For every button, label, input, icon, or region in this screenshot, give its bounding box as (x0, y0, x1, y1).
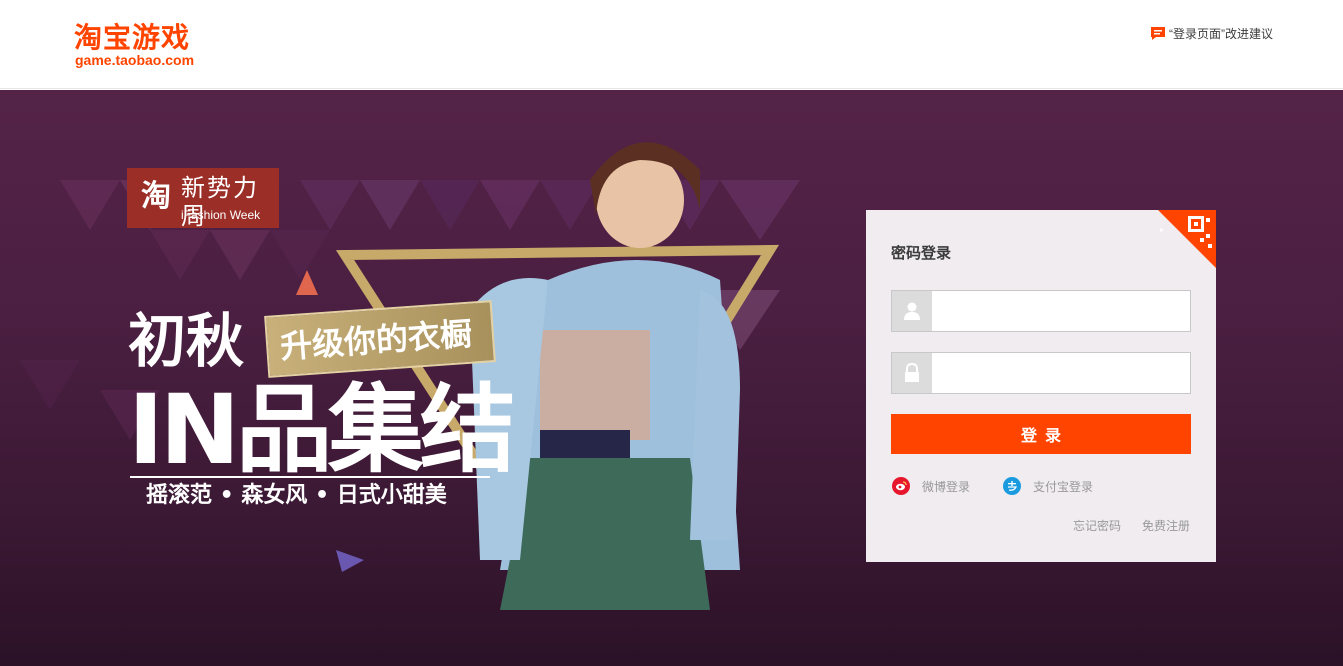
ifashion-badge: 淘 新势力周 iFashion Week (127, 168, 279, 230)
lock-icon (892, 353, 932, 393)
login-panel: 密码登录 登录 微博登录 支付宝登录 忘记密码 免费注册 (866, 210, 1216, 562)
alipay-login-label: 支付宝登录 (1033, 479, 1094, 494)
weibo-icon (892, 477, 910, 495)
password-field[interactable] (891, 352, 1191, 394)
login-title: 密码登录 (891, 245, 952, 262)
headline-main: IN品集结 (128, 374, 516, 486)
style-tags: 摇滚范 • 森女风 • 日式小甜美 (146, 483, 447, 508)
logo-text-cn: 淘宝游戏 (74, 21, 191, 54)
tag-text: 升级你的衣橱 (278, 314, 474, 366)
username-field[interactable] (891, 290, 1191, 332)
alipay-login-link[interactable]: 支付宝登录 (1003, 476, 1093, 496)
qr-code-icon[interactable] (1158, 210, 1216, 268)
logo-text-en: game.taobao.com (75, 52, 195, 68)
username-input[interactable] (933, 291, 1190, 331)
headline-season: 初秋 (128, 307, 245, 375)
divider (130, 476, 490, 478)
weibo-login-label: 微博登录 (922, 479, 971, 494)
login-button[interactable]: 登录 (891, 414, 1191, 454)
chat-icon (1151, 26, 1165, 40)
weibo-login-link[interactable]: 微博登录 (892, 476, 970, 496)
register-link[interactable]: 免费注册 (1142, 517, 1190, 534)
alipay-icon (1003, 477, 1021, 495)
user-icon (892, 291, 932, 331)
badge-hanzi: 淘 (141, 179, 171, 214)
taobao-games-logo[interactable]: 淘宝游戏 game.taobao.com (74, 22, 234, 72)
forgot-password-link[interactable]: 忘记密码 (1073, 517, 1121, 534)
password-input[interactable] (933, 353, 1190, 393)
feedback-label: “登录页面”改进建议 (1169, 26, 1273, 41)
feedback-link[interactable]: “登录页面”改进建议 (1150, 24, 1273, 42)
badge-subtitle: iFashion Week (181, 208, 261, 222)
site-header: 淘宝游戏 game.taobao.com “登录页面”改进建议 (0, 0, 1343, 89)
